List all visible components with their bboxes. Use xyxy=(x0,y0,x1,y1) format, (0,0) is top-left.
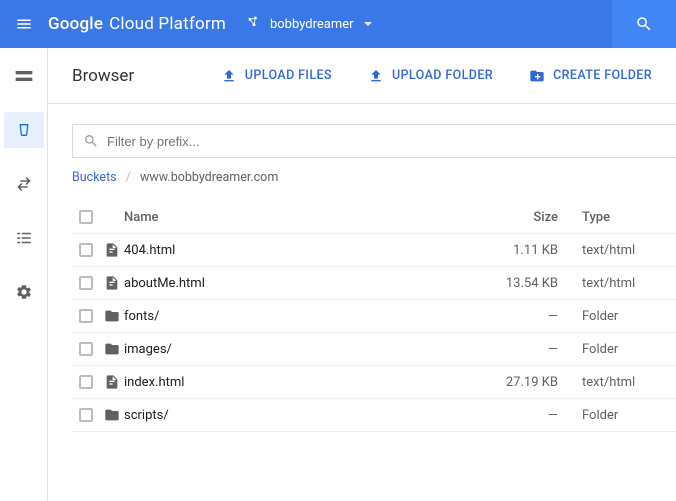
caret-down-icon xyxy=(364,22,372,26)
folder-icon xyxy=(100,308,124,324)
page-title: Browser xyxy=(72,66,134,86)
create-folder-button[interactable]: CREATE FOLDER xyxy=(529,68,652,84)
table-header: Name Size Type xyxy=(72,201,676,234)
table-row[interactable]: index.html27.19 KBtext/html xyxy=(72,366,676,399)
transfer-icon xyxy=(15,175,33,193)
gear-icon xyxy=(15,283,33,301)
row-type: text/html xyxy=(558,375,668,390)
project-picker[interactable]: bobbydreamer xyxy=(246,14,372,34)
row-type: text/html xyxy=(558,243,668,258)
sidebar-item-settings[interactable] xyxy=(4,274,44,310)
row-type: Folder xyxy=(558,408,668,423)
sidebar-item-browser[interactable] xyxy=(4,112,44,148)
filter-box[interactable] xyxy=(72,124,676,158)
row-size: — xyxy=(468,309,558,324)
sidebar-item-transfer[interactable] xyxy=(4,166,44,202)
bucket-icon xyxy=(15,121,33,139)
filter-search-icon xyxy=(83,133,99,149)
upload-files-label: UPLOAD FILES xyxy=(245,68,332,83)
create-folder-icon xyxy=(529,68,545,84)
toolbar: Browser UPLOAD FILES UPLOAD FOLDER CREAT… xyxy=(48,48,676,104)
row-type: Folder xyxy=(558,309,668,324)
row-name[interactable]: 404.html xyxy=(124,243,468,258)
create-folder-label: CREATE FOLDER xyxy=(553,68,652,83)
row-name[interactable]: fonts/ xyxy=(124,309,468,324)
breadcrumb-sep: / xyxy=(126,170,131,185)
file-icon xyxy=(100,374,124,390)
brand-google: Google xyxy=(48,14,103,34)
row-type: text/html xyxy=(558,276,668,291)
upload-folder-icon xyxy=(368,68,384,84)
row-type: Folder xyxy=(558,342,668,357)
row-checkbox[interactable] xyxy=(79,276,93,290)
sidebar xyxy=(0,48,48,501)
row-name[interactable]: scripts/ xyxy=(124,408,468,423)
brand-rest: Cloud Platform xyxy=(109,14,226,34)
row-size: 13.54 KB xyxy=(468,276,558,291)
search-button[interactable] xyxy=(612,0,676,48)
row-checkbox[interactable] xyxy=(79,309,93,323)
row-size: — xyxy=(468,342,558,357)
topbar: Google Cloud Platform bobbydreamer xyxy=(0,0,676,48)
row-name[interactable]: images/ xyxy=(124,342,468,357)
col-size[interactable]: Size xyxy=(468,210,558,225)
sidebar-item-storage[interactable] xyxy=(4,58,44,94)
row-size: 1.11 KB xyxy=(468,243,558,258)
breadcrumb-root[interactable]: Buckets xyxy=(72,170,117,185)
file-icon xyxy=(100,242,124,258)
row-checkbox[interactable] xyxy=(79,342,93,356)
sidebar-item-transfer-appliance[interactable] xyxy=(4,220,44,256)
filter-input[interactable] xyxy=(107,134,666,149)
row-name[interactable]: aboutMe.html xyxy=(124,276,468,291)
row-size: — xyxy=(468,408,558,423)
upload-files-icon xyxy=(221,68,237,84)
project-icon xyxy=(246,14,262,34)
col-type[interactable]: Type xyxy=(558,210,668,225)
breadcrumb-current: www.bobbydreamer.com xyxy=(140,170,278,185)
upload-folder-label: UPLOAD FOLDER xyxy=(392,68,493,83)
table-row[interactable]: 404.html1.11 KBtext/html xyxy=(72,234,676,267)
menu-button[interactable] xyxy=(0,15,48,33)
hamburger-icon xyxy=(15,15,33,33)
table-row[interactable]: fonts/—Folder xyxy=(72,300,676,333)
row-checkbox[interactable] xyxy=(79,375,93,389)
brand: Google Cloud Platform xyxy=(48,14,226,34)
file-icon xyxy=(100,275,124,291)
upload-folder-button[interactable]: UPLOAD FOLDER xyxy=(368,68,493,84)
table-row[interactable]: scripts/—Folder xyxy=(72,399,676,432)
breadcrumb: Buckets / www.bobbydreamer.com xyxy=(72,170,676,185)
folder-icon xyxy=(100,341,124,357)
row-checkbox[interactable] xyxy=(79,408,93,422)
col-name[interactable]: Name xyxy=(124,210,468,225)
search-icon xyxy=(635,15,653,33)
upload-files-button[interactable]: UPLOAD FILES xyxy=(221,68,332,84)
folder-icon xyxy=(100,407,124,423)
list-icon xyxy=(15,229,33,247)
row-checkbox[interactable] xyxy=(79,243,93,257)
select-all-checkbox[interactable] xyxy=(79,210,93,224)
storage-icon xyxy=(14,66,34,86)
table-row[interactable]: aboutMe.html13.54 KBtext/html xyxy=(72,267,676,300)
row-name[interactable]: index.html xyxy=(124,375,468,390)
row-size: 27.19 KB xyxy=(468,375,558,390)
project-name: bobbydreamer xyxy=(270,17,354,32)
table-row[interactable]: images/—Folder xyxy=(72,333,676,366)
object-table: Name Size Type 404.html1.11 KBtext/htmla… xyxy=(72,201,676,432)
